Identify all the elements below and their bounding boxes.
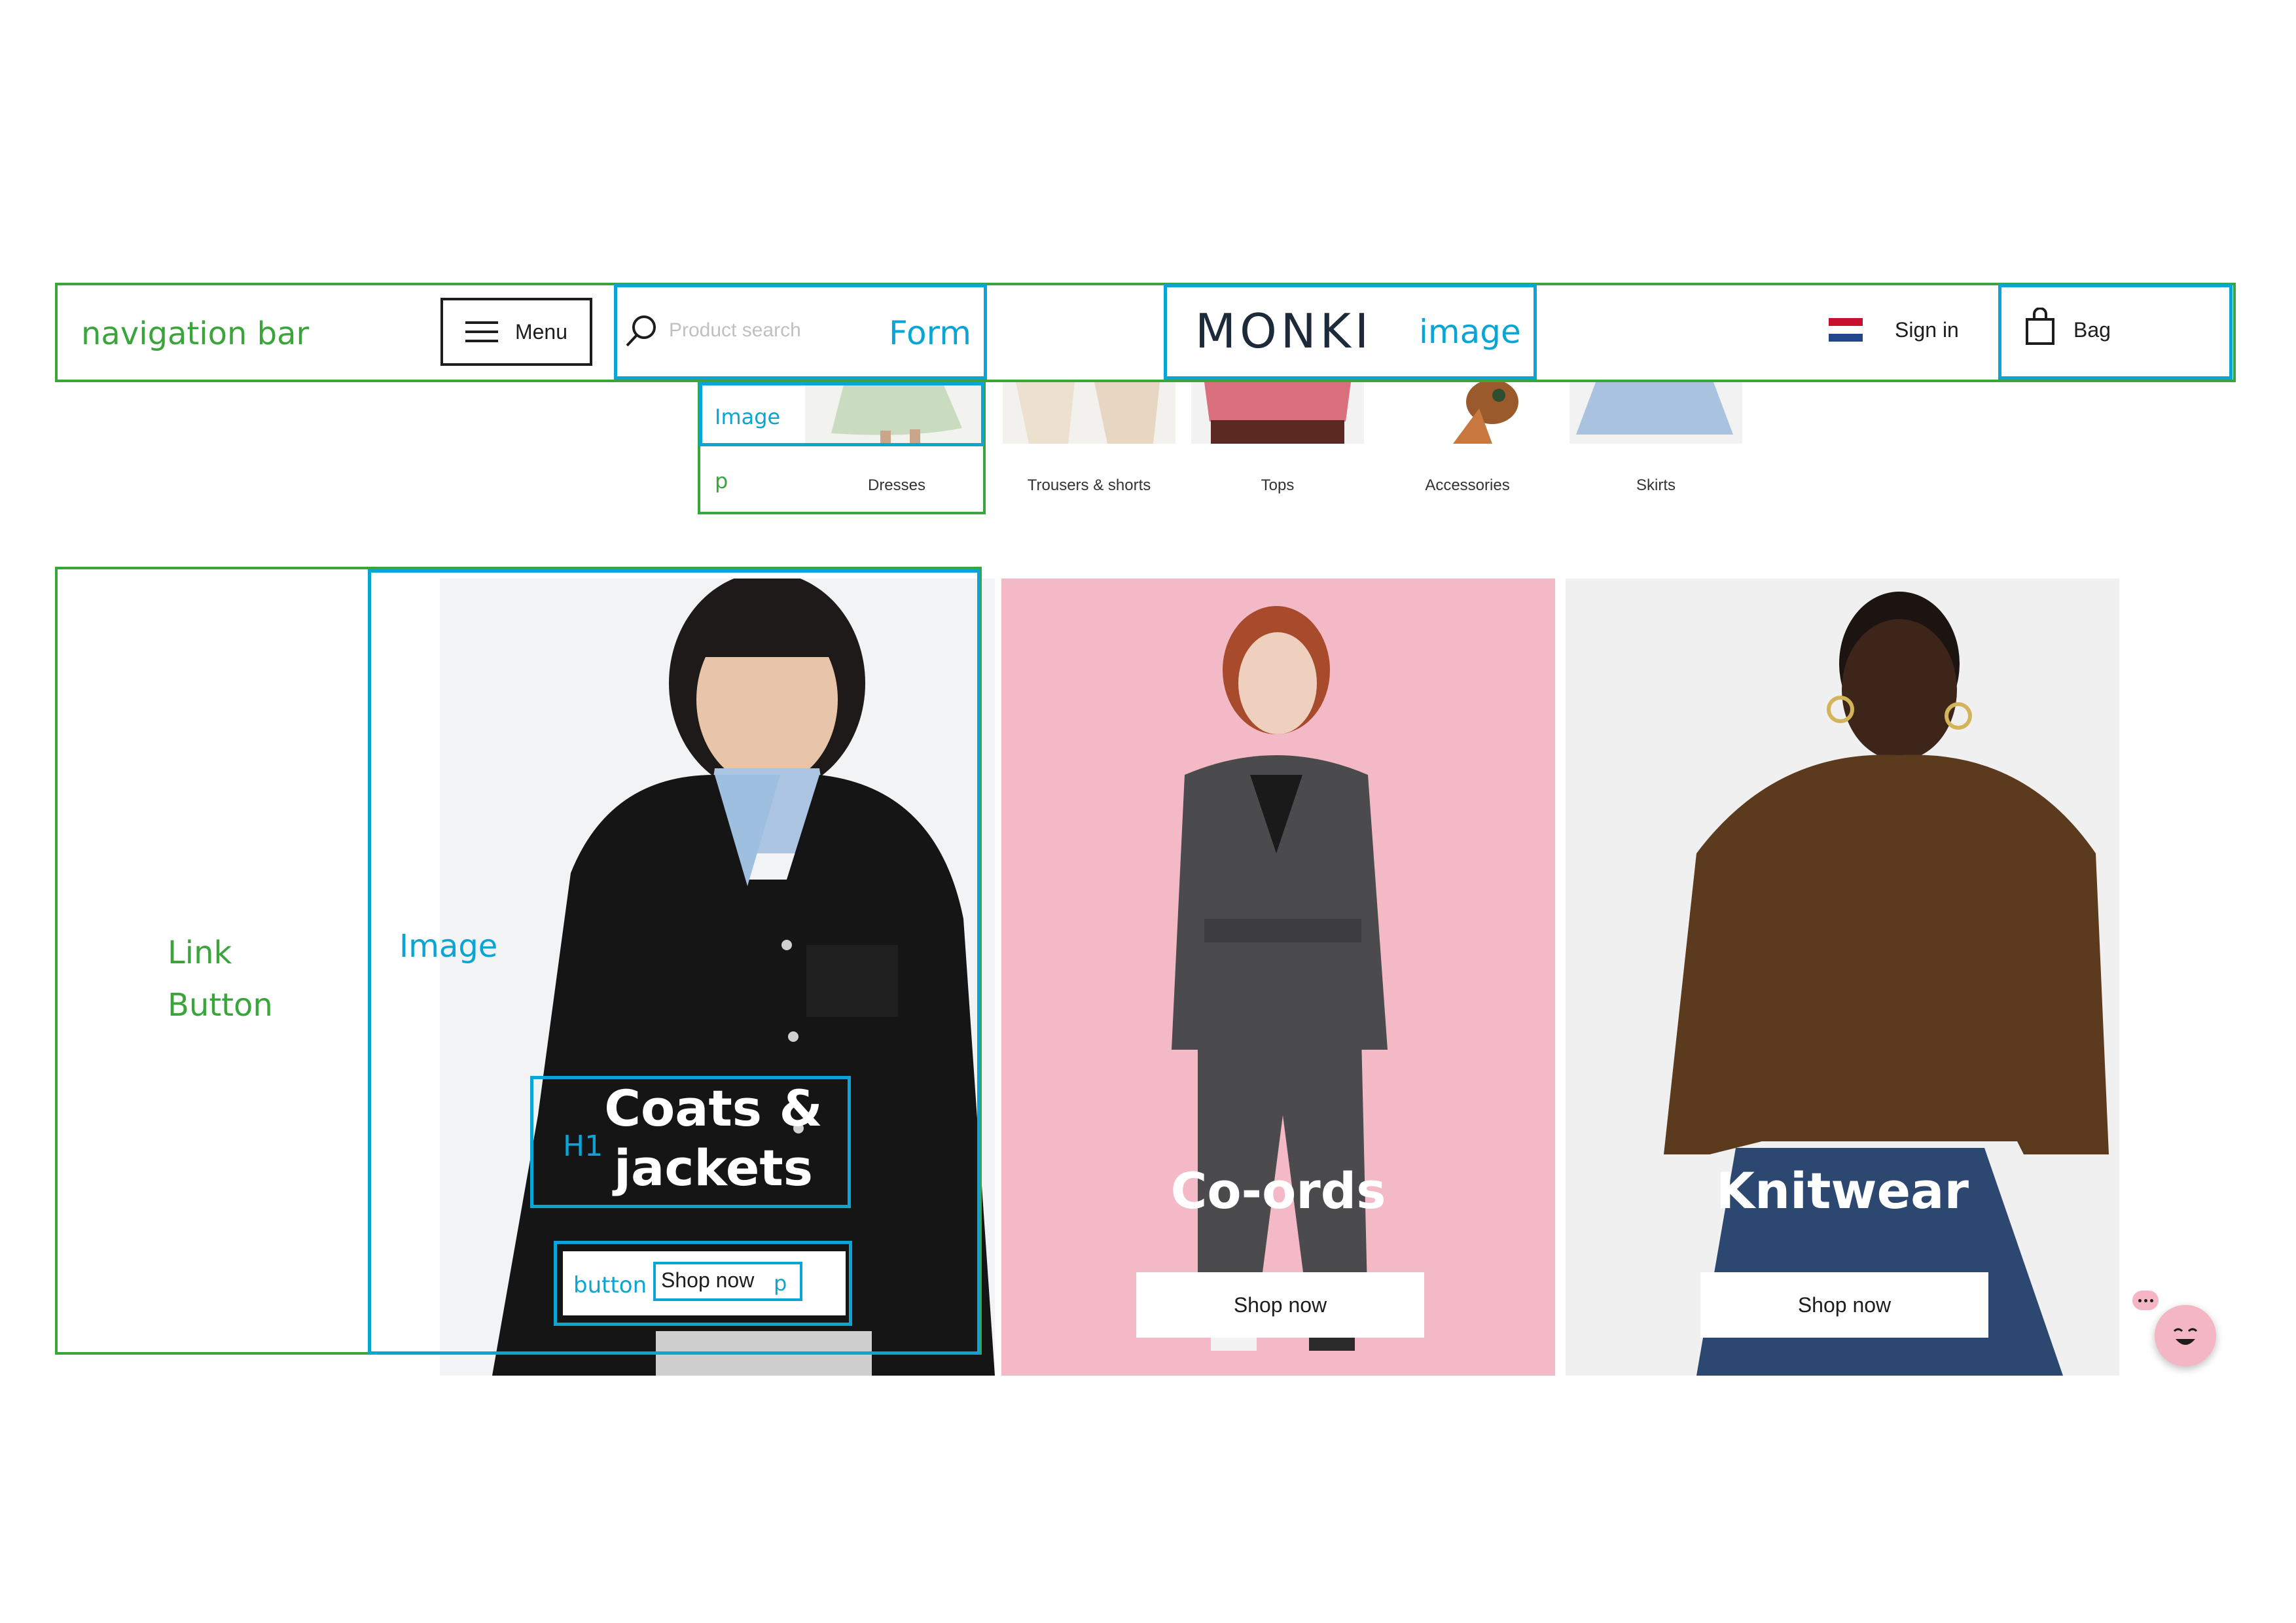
trousers-image [1003,382,1175,444]
category-image-tops[interactable] [1191,382,1364,444]
category-image-accessories[interactable] [1381,382,1554,444]
annotation-cat-p: p [715,469,728,493]
hero-card-knitwear[interactable] [1566,579,2119,1376]
annotation-link: Link [168,935,232,971]
hero-card-coords[interactable] [1001,579,1555,1376]
category-label-trousers[interactable]: Trousers & shorts [1003,476,1175,495]
menu-button[interactable]: Menu [440,298,592,366]
smiley-icon [2173,1328,2198,1345]
tops-image [1191,382,1364,444]
chat-typing-icon [2132,1291,2159,1310]
country-flag-icon[interactable] [1829,318,1863,342]
annotation-image: image [1419,313,1521,351]
shop-now-button-knitwear[interactable]: Shop now [1700,1272,1988,1338]
card-title-coords: Co-ords [1170,1162,1386,1220]
category-label-accessories[interactable]: Accessories [1381,476,1554,495]
shop-now-label-coats[interactable]: Shop now [661,1268,754,1293]
card-title-coats-line1: Coats & [604,1079,823,1137]
card-title-coats-line2: jackets [614,1139,813,1198]
search-icon[interactable] [623,313,660,349]
hamburger-icon [465,321,498,342]
monki-logo[interactable]: MONKI [1195,304,1372,359]
menu-label: Menu [514,319,568,344]
skirts-image [1570,382,1742,444]
annotation-navigation-bar: navigation bar [81,315,310,352]
annotation-cat-image: Image [715,404,781,429]
category-label-skirts[interactable]: Skirts [1570,476,1742,495]
category-image-trousers[interactable] [1003,382,1175,444]
category-label-dresses[interactable]: Dresses [831,476,962,495]
chat-widget-button[interactable] [2155,1305,2216,1366]
bag-link[interactable]: Bag [2073,318,2111,342]
sign-in-link[interactable]: Sign in [1895,318,1959,342]
knitwear-model-image [1566,579,2119,1376]
category-label-tops[interactable]: Tops [1191,476,1364,495]
annotation-button: Button [168,987,273,1024]
annotation-form: Form [889,314,971,352]
annotation-button-small: button [573,1272,647,1298]
shop-now-button-coords[interactable]: Shop now [1136,1272,1424,1338]
search-input[interactable]: Product search [669,319,833,344]
card-title-knitwear: Knitwear [1716,1162,1969,1220]
annotation-p-small: p [774,1271,787,1296]
annotation-hero-image: Image [399,928,498,965]
shopping-bag-icon[interactable] [2025,308,2055,346]
category-image-skirts[interactable] [1570,382,1742,444]
coords-model-image [1001,579,1555,1376]
accessories-image [1381,382,1554,444]
card-title-coats: Coats & jackets [589,1079,838,1198]
